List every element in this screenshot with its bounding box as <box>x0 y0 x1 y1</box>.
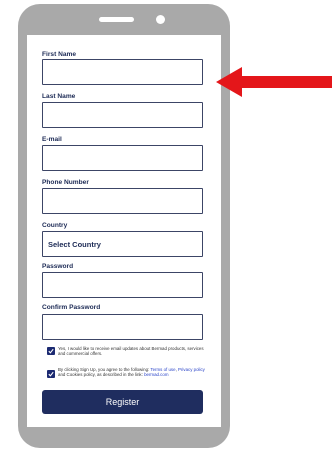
password-input[interactable] <box>42 272 203 298</box>
terms-consent-text: By clicking Sign Up, you agree to the fo… <box>58 367 206 378</box>
terms-mid-text: and Cookies policy, as described in the … <box>58 372 145 378</box>
country-select-value: Select Country <box>48 240 101 249</box>
phone-camera <box>156 15 165 24</box>
phone-speaker <box>99 17 134 22</box>
bermad-site-link[interactable]: bermad.com <box>144 372 168 377</box>
email-input[interactable] <box>42 145 203 171</box>
email-label: E-mail <box>42 136 62 143</box>
checkmark-icon <box>48 371 54 377</box>
first-name-input[interactable] <box>42 59 203 85</box>
password-label: Password <box>42 263 74 270</box>
register-button[interactable]: Register <box>42 390 203 414</box>
first-name-label: First Name <box>42 51 77 58</box>
last-name-label: Last Name <box>42 93 76 100</box>
checkmark-icon <box>48 348 54 354</box>
red-arrow-icon <box>216 67 332 97</box>
terms-of-use-link[interactable]: Terms of use <box>150 367 175 372</box>
phone-number-label: Phone Number <box>42 179 89 186</box>
phone-number-input[interactable] <box>42 188 203 214</box>
registration-screen: First Name Last Name E-mail Phone Number… <box>27 35 221 427</box>
country-label: Country <box>42 222 68 229</box>
terms-consent-checkbox[interactable] <box>47 370 55 378</box>
country-select[interactable]: Select Country <box>42 231 203 257</box>
last-name-input[interactable] <box>42 102 203 128</box>
phone-frame: First Name Last Name E-mail Phone Number… <box>18 4 230 448</box>
confirm-password-label: Confirm Password <box>42 304 101 311</box>
privacy-policy-link[interactable]: Privacy policy <box>178 367 205 372</box>
confirm-password-input[interactable] <box>42 314 203 340</box>
updates-consent-text: Yes, I would like to receive email updat… <box>58 346 204 357</box>
terms-prefix-text: By clicking Sign Up, you agree to the fo… <box>58 367 151 372</box>
updates-consent-checkbox[interactable] <box>47 347 55 355</box>
